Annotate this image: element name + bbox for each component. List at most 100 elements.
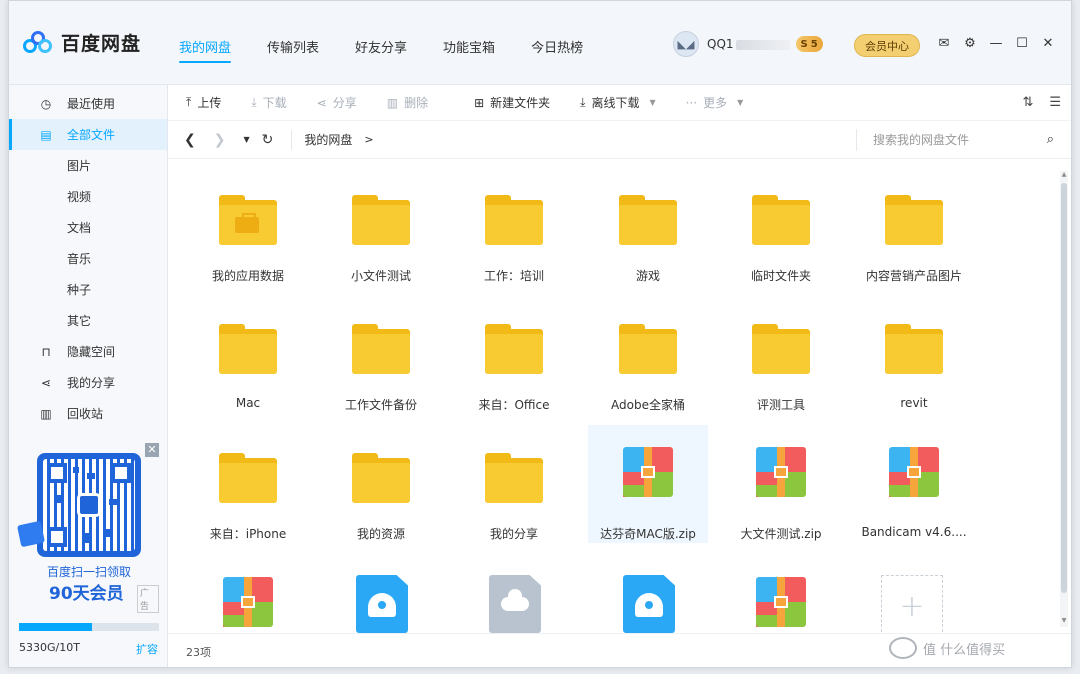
vip-center-button[interactable]: 会员中心 bbox=[854, 34, 920, 57]
more-button[interactable]: ··· 更多 ▼ bbox=[686, 94, 744, 111]
file-item[interactable] bbox=[588, 555, 708, 633]
qr-code bbox=[37, 453, 141, 557]
search-input[interactable] bbox=[873, 133, 1033, 147]
back-icon[interactable]: ❮ bbox=[184, 132, 196, 148]
download-icon: ⤓ bbox=[580, 95, 586, 109]
file-item[interactable]: 评测工具 bbox=[721, 296, 841, 414]
sidebar-item-recent[interactable]: ◷ 最近使用 bbox=[9, 88, 167, 119]
sidebar-item-hidden-space[interactable]: ⊓ 隐藏空间 bbox=[9, 336, 167, 367]
file-item[interactable]: 游戏 bbox=[588, 167, 708, 285]
tab-transfer-list[interactable]: 传输列表 bbox=[267, 37, 319, 56]
sidebar-item-other[interactable]: 其它 bbox=[9, 305, 167, 336]
scroll-down-icon[interactable]: ▼ bbox=[1060, 617, 1068, 624]
file-item[interactable]: 我的分享 bbox=[454, 425, 574, 543]
search-icon[interactable]: ⌕ bbox=[1047, 132, 1054, 147]
expand-storage-link[interactable]: 扩容 bbox=[136, 641, 158, 657]
plus-icon[interactable]: + bbox=[881, 575, 943, 633]
minimize-icon[interactable]: — bbox=[983, 36, 1009, 51]
sidebar-item-documents[interactable]: 文档 bbox=[9, 212, 167, 243]
new-folder-icon: ⊞ bbox=[474, 95, 485, 110]
file-item[interactable]: 工作：培训 bbox=[454, 167, 574, 285]
close-promo-icon[interactable]: ✕ bbox=[145, 443, 159, 457]
file-item[interactable]: 来自：Office bbox=[454, 296, 574, 414]
disk-image-icon bbox=[623, 575, 675, 633]
file-name: 达芬奇MAC版.zip bbox=[600, 527, 696, 541]
mail-icon[interactable]: ✉ bbox=[931, 36, 957, 51]
vertical-scrollbar[interactable]: ▲ ▼ bbox=[1060, 171, 1068, 627]
folder-icon bbox=[619, 324, 677, 374]
forward-icon[interactable]: ❯ bbox=[214, 132, 226, 148]
tab-my-netdisk[interactable]: 我的网盘 bbox=[179, 37, 232, 63]
scrollbar-thumb[interactable] bbox=[1061, 183, 1067, 593]
scroll-up-icon[interactable]: ▲ bbox=[1060, 171, 1068, 178]
file-item[interactable] bbox=[188, 555, 308, 633]
share-button[interactable]: ⋖ 分享 bbox=[317, 94, 357, 111]
sidebar-item-my-share[interactable]: ⋖ 我的分享 bbox=[9, 367, 167, 398]
sidebar-item-music[interactable]: 音乐 bbox=[9, 243, 167, 274]
disk-image-icon bbox=[356, 575, 408, 633]
sidebar-item-images[interactable]: 图片 bbox=[9, 150, 167, 181]
file-name: 临时文件夹 bbox=[750, 269, 811, 283]
file-name: revit bbox=[900, 396, 928, 410]
file-item[interactable] bbox=[321, 555, 441, 633]
item-count: 23项 bbox=[186, 645, 211, 659]
folder-icon bbox=[485, 324, 543, 374]
tab-hot-list[interactable]: 今日热榜 bbox=[531, 37, 583, 56]
upload-button[interactable]: ⤒ 上传 bbox=[186, 94, 221, 111]
sidebar-item-torrents[interactable]: 种子 bbox=[9, 274, 167, 305]
file-item[interactable] bbox=[454, 555, 574, 633]
history-dropdown-icon[interactable]: ▼ bbox=[243, 135, 249, 144]
file-item[interactable]: 小文件测试 bbox=[321, 167, 441, 285]
close-icon[interactable]: ✕ bbox=[1035, 36, 1061, 51]
new-folder-button[interactable]: ⊞ 新建文件夹 bbox=[474, 94, 550, 111]
download-icon: ⤓ bbox=[251, 95, 257, 109]
promo-banner[interactable]: ✕ 百度扫一扫领取 90天会员 广告 bbox=[16, 443, 159, 613]
chevron-down-icon: ▼ bbox=[737, 98, 744, 107]
settings-icon[interactable]: ⚙ bbox=[957, 36, 983, 51]
maximize-icon[interactable]: ☐ bbox=[1009, 36, 1035, 51]
file-item[interactable]: 达芬奇MAC版.zip bbox=[588, 425, 708, 543]
add-file-tile[interactable]: + bbox=[854, 555, 974, 633]
sort-icon[interactable]: ⇅ bbox=[1022, 95, 1033, 110]
file-item[interactable]: revit bbox=[854, 296, 974, 414]
list-view-icon[interactable]: ☰ bbox=[1049, 95, 1061, 110]
download-button[interactable]: ⤓ 下载 bbox=[251, 94, 286, 111]
window-controls: ✉ ⚙ — ☐ ✕ bbox=[931, 36, 1061, 51]
chevron-down-icon: ▼ bbox=[649, 98, 656, 107]
file-item[interactable]: 来自：iPhone bbox=[188, 425, 308, 543]
more-icon: ··· bbox=[685, 95, 698, 110]
main-nav: 我的网盘 传输列表 好友分享 功能宝箱 今日热榜 bbox=[179, 37, 619, 63]
delete-button[interactable]: ▥ 删除 bbox=[387, 94, 428, 111]
file-icon: ▤ bbox=[40, 127, 52, 142]
file-item[interactable]: 临时文件夹 bbox=[721, 167, 841, 285]
file-name: 来自：iPhone bbox=[209, 527, 287, 541]
file-item[interactable]: Adobe全家桶 bbox=[588, 296, 708, 414]
offline-download-button[interactable]: ⤓ 离线下载 ▼ bbox=[580, 94, 655, 111]
file-item[interactable]: Bandicam v4.6.... bbox=[854, 425, 974, 543]
sidebar-item-recycle-bin[interactable]: ▥ 回收站 bbox=[9, 398, 167, 429]
file-item[interactable]: Mac bbox=[188, 296, 308, 414]
sidebar-item-all-files[interactable]: ▤ 全部文件 bbox=[9, 119, 167, 150]
avatar[interactable]: ◣◢ bbox=[673, 31, 699, 57]
file-item[interactable]: 内容营销产品图片 bbox=[854, 167, 974, 285]
user-info[interactable]: ◣◢ QQ1 S 5 bbox=[673, 31, 823, 57]
share-icon: ⋖ bbox=[40, 375, 52, 390]
refresh-icon[interactable]: ↻ bbox=[262, 132, 274, 148]
breadcrumb[interactable]: 我的网盘 bbox=[304, 131, 352, 148]
sidebar-item-videos[interactable]: 视频 bbox=[9, 181, 167, 212]
file-item[interactable]: 大文件测试.zip bbox=[721, 425, 841, 543]
folder-icon bbox=[619, 195, 677, 245]
folder-icon bbox=[485, 195, 543, 245]
file-item[interactable]: 工作文件备份 bbox=[321, 296, 441, 414]
file-item[interactable] bbox=[721, 555, 841, 633]
file-item[interactable]: 我的应用数据 bbox=[188, 167, 308, 285]
clock-icon: ◷ bbox=[40, 96, 52, 111]
file-item[interactable]: 我的资源 bbox=[321, 425, 441, 543]
view-controls: ⇅ ☰ bbox=[1006, 95, 1061, 110]
tab-toolbox[interactable]: 功能宝箱 bbox=[443, 37, 495, 56]
file-name: 游戏 bbox=[635, 269, 660, 283]
trash-icon: ▥ bbox=[386, 95, 399, 110]
breadcrumb-chevron-icon[interactable]: > bbox=[364, 133, 373, 146]
app-logo: 百度网盘 bbox=[23, 29, 141, 56]
tab-friend-share[interactable]: 好友分享 bbox=[355, 37, 407, 56]
